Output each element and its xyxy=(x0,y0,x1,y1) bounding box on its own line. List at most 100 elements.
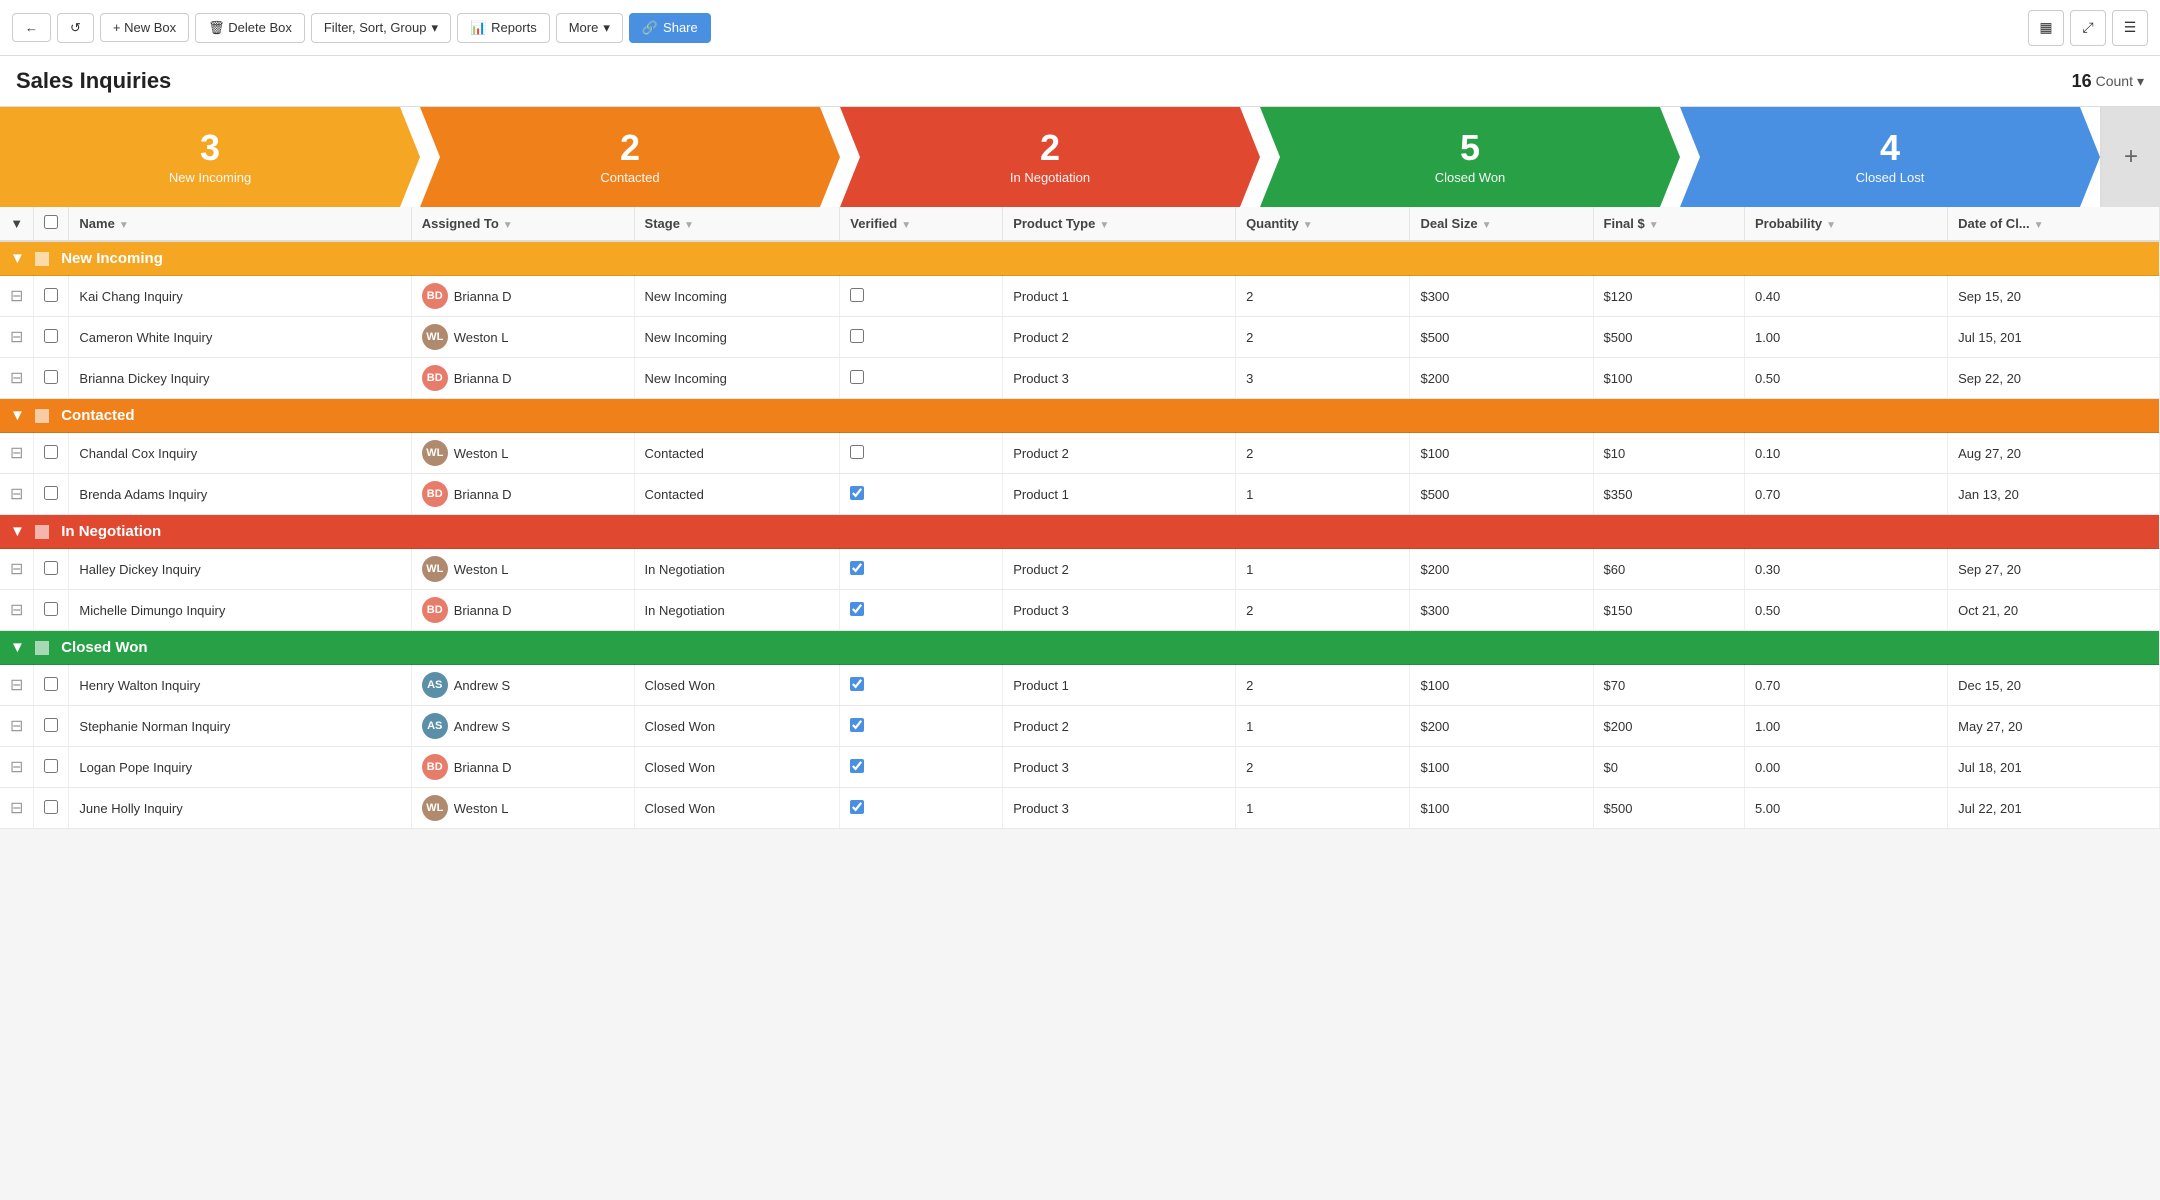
row-select-cell[interactable] xyxy=(34,433,69,474)
row-name[interactable]: Brenda Adams Inquiry xyxy=(69,474,411,515)
stage-new-incoming[interactable]: 3 New Incoming xyxy=(0,107,420,207)
row-checkbox[interactable] xyxy=(44,486,58,500)
row-checkbox[interactable] xyxy=(44,561,58,575)
row-verified[interactable] xyxy=(840,358,1003,399)
row-drag-handle[interactable]: ⊟ xyxy=(0,590,34,631)
row-select-cell[interactable] xyxy=(34,706,69,747)
row-name[interactable]: Brianna Dickey Inquiry xyxy=(69,358,411,399)
row-verified[interactable] xyxy=(840,788,1003,829)
row-select-cell[interactable] xyxy=(34,590,69,631)
collapse-icon-contacted[interactable]: ▼ xyxy=(10,407,25,424)
row-verified[interactable] xyxy=(840,706,1003,747)
row-name[interactable]: Michelle Dimungo Inquiry xyxy=(69,590,411,631)
column-header-final-$[interactable]: Final $▼ xyxy=(1593,207,1744,241)
row-drag-handle[interactable]: ⊟ xyxy=(0,317,34,358)
row-drag-handle[interactable]: ⊟ xyxy=(0,549,34,590)
row-drag-handle[interactable]: ⊟ xyxy=(0,706,34,747)
verified-checkbox[interactable] xyxy=(850,718,864,732)
col-filter-icon[interactable]: ▼ xyxy=(503,220,513,231)
verified-checkbox[interactable] xyxy=(850,800,864,814)
verified-checkbox[interactable] xyxy=(850,445,864,459)
verified-checkbox[interactable] xyxy=(850,288,864,302)
row-drag-handle[interactable]: ⊟ xyxy=(0,276,34,317)
column-header-deal-size[interactable]: Deal Size▼ xyxy=(1410,207,1593,241)
row-verified[interactable] xyxy=(840,433,1003,474)
row-checkbox[interactable] xyxy=(44,677,58,691)
stage-contacted[interactable]: 2 Contacted xyxy=(420,107,840,207)
row-select-cell[interactable] xyxy=(34,358,69,399)
row-name[interactable]: June Holly Inquiry xyxy=(69,788,411,829)
count-chevron-icon[interactable]: ▾ xyxy=(2137,73,2144,90)
column-header-assigned-to[interactable]: Assigned To▼ xyxy=(411,207,634,241)
col-filter-icon[interactable]: ▼ xyxy=(1826,220,1836,231)
collapse-icon-in-negotiation[interactable]: ▼ xyxy=(10,523,25,540)
verified-checkbox[interactable] xyxy=(850,759,864,773)
share-button[interactable]: 🔗 Share xyxy=(629,13,711,43)
row-select-cell[interactable] xyxy=(34,747,69,788)
row-select-cell[interactable] xyxy=(34,665,69,706)
delete-box-button[interactable]: 🗑 Delete Box xyxy=(195,13,305,43)
row-drag-handle[interactable]: ⊟ xyxy=(0,788,34,829)
verified-checkbox[interactable] xyxy=(850,486,864,500)
row-name[interactable]: Chandal Cox Inquiry xyxy=(69,433,411,474)
row-verified[interactable] xyxy=(840,590,1003,631)
row-checkbox[interactable] xyxy=(44,759,58,773)
grid-view-button[interactable]: ▦ xyxy=(2028,10,2064,46)
filter-sort-button[interactable]: Filter, Sort, Group ▾ xyxy=(311,13,451,43)
col-filter-icon[interactable]: ▼ xyxy=(1099,220,1109,231)
row-verified[interactable] xyxy=(840,474,1003,515)
row-drag-handle[interactable]: ⊟ xyxy=(0,747,34,788)
row-verified[interactable] xyxy=(840,747,1003,788)
row-verified[interactable] xyxy=(840,665,1003,706)
row-select-cell[interactable] xyxy=(34,317,69,358)
row-checkbox[interactable] xyxy=(44,602,58,616)
row-name[interactable]: Stephanie Norman Inquiry xyxy=(69,706,411,747)
row-checkbox[interactable] xyxy=(44,718,58,732)
col-filter-icon[interactable]: ▼ xyxy=(1649,220,1659,231)
select-all-checkbox[interactable] xyxy=(44,215,58,229)
col-filter-icon[interactable]: ▼ xyxy=(684,220,694,231)
col-filter-icon[interactable]: ▼ xyxy=(119,220,129,231)
row-name[interactable]: Cameron White Inquiry xyxy=(69,317,411,358)
verified-checkbox[interactable] xyxy=(850,602,864,616)
more-button[interactable]: More ▾ xyxy=(556,13,623,43)
select-all-header[interactable] xyxy=(34,207,69,241)
column-header-probability[interactable]: Probability▼ xyxy=(1744,207,1947,241)
column-header-name[interactable]: Name▼ xyxy=(69,207,411,241)
row-name[interactable]: Kai Chang Inquiry xyxy=(69,276,411,317)
column-header-date-of-cl...[interactable]: Date of Cl...▼ xyxy=(1948,207,2160,241)
sort-header[interactable]: ▼ xyxy=(0,207,34,241)
column-header-verified[interactable]: Verified▼ xyxy=(840,207,1003,241)
col-filter-icon[interactable]: ▼ xyxy=(2034,220,2044,231)
verified-checkbox[interactable] xyxy=(850,329,864,343)
verified-checkbox[interactable] xyxy=(850,370,864,384)
row-checkbox[interactable] xyxy=(44,445,58,459)
column-header-product-type[interactable]: Product Type▼ xyxy=(1003,207,1236,241)
row-select-cell[interactable] xyxy=(34,549,69,590)
expand-button[interactable]: ⤢ xyxy=(2070,10,2106,46)
row-name[interactable]: Halley Dickey Inquiry xyxy=(69,549,411,590)
col-filter-icon[interactable]: ▼ xyxy=(901,220,911,231)
refresh-button[interactable]: ↺ xyxy=(57,13,94,43)
col-filter-icon[interactable]: ▼ xyxy=(1303,220,1313,231)
new-box-button[interactable]: + New Box xyxy=(100,13,189,42)
row-verified[interactable] xyxy=(840,549,1003,590)
row-checkbox[interactable] xyxy=(44,800,58,814)
reports-button[interactable]: 📊 Reports xyxy=(457,13,550,43)
row-name[interactable]: Logan Pope Inquiry xyxy=(69,747,411,788)
row-select-cell[interactable] xyxy=(34,474,69,515)
back-button[interactable]: ← xyxy=(12,13,51,42)
column-header-stage[interactable]: Stage▼ xyxy=(634,207,840,241)
row-checkbox[interactable] xyxy=(44,370,58,384)
collapse-icon-closed-won[interactable]: ▼ xyxy=(10,639,25,656)
col-filter-icon[interactable]: ▼ xyxy=(1482,220,1492,231)
row-drag-handle[interactable]: ⊟ xyxy=(0,474,34,515)
row-select-cell[interactable] xyxy=(34,276,69,317)
verified-checkbox[interactable] xyxy=(850,561,864,575)
stage-closed-won[interactable]: 5 Closed Won xyxy=(1260,107,1680,207)
column-header-quantity[interactable]: Quantity▼ xyxy=(1236,207,1410,241)
row-drag-handle[interactable]: ⊟ xyxy=(0,433,34,474)
row-verified[interactable] xyxy=(840,317,1003,358)
row-drag-handle[interactable]: ⊟ xyxy=(0,665,34,706)
columns-button[interactable]: ☰ xyxy=(2112,10,2148,46)
